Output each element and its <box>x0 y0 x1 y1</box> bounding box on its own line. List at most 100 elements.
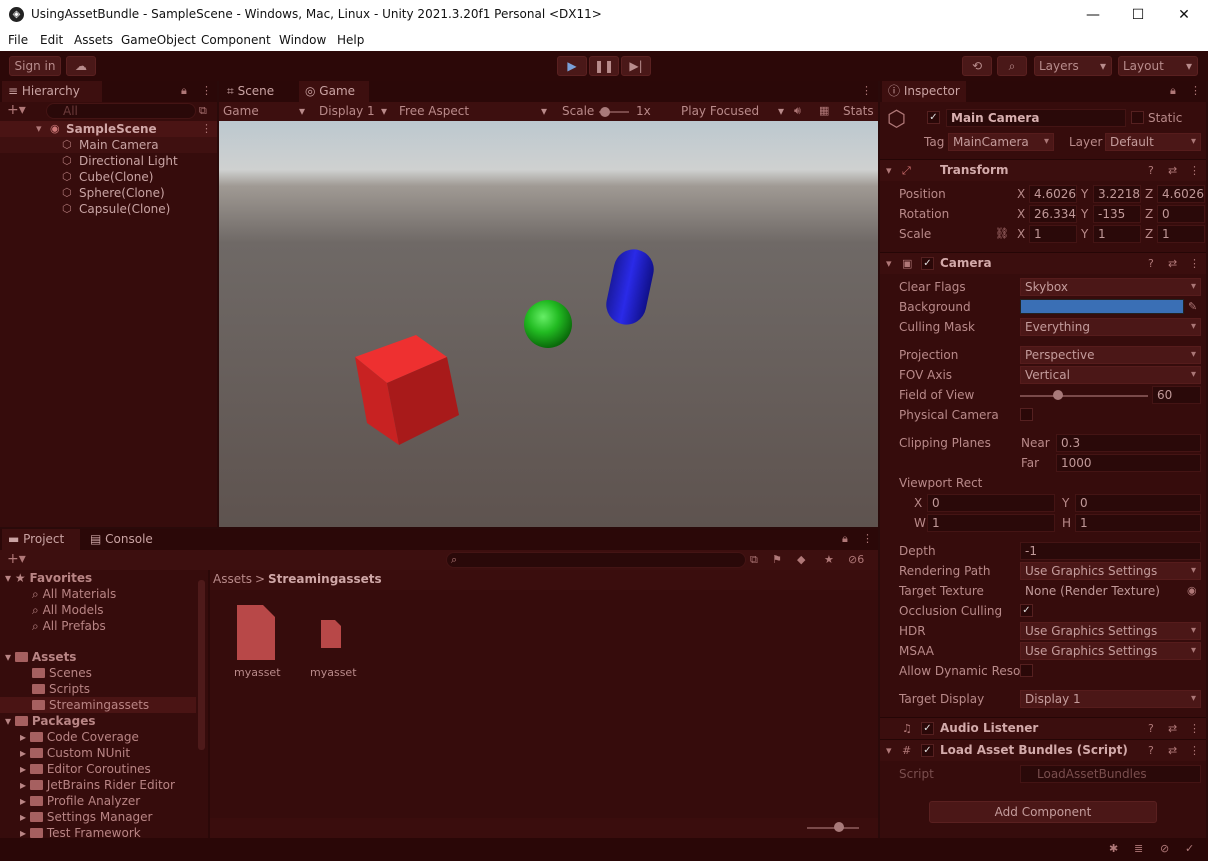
aspect-dropdown[interactable]: Free Aspect ▾ <box>399 104 551 118</box>
layers-stack-icon[interactable]: ≣ <box>1134 842 1143 856</box>
lock-icon[interactable]: 🔒︎ <box>1170 84 1176 98</box>
menu-edit[interactable]: Edit <box>40 33 63 47</box>
help-icon[interactable]: ? <box>1148 744 1154 758</box>
add-component-button[interactable]: Add Component <box>929 801 1157 823</box>
favorite-star-icon[interactable]: ★ <box>824 553 834 567</box>
kebab-menu-icon[interactable]: ⋮ <box>201 84 212 98</box>
transform-section-header[interactable]: ▾ ⤢ Transform ? ⇄ ⋮ <box>880 159 1206 181</box>
far-field[interactable]: 1000 <box>1056 454 1201 472</box>
tab-game[interactable]: ◎ Game <box>299 81 369 102</box>
msaa-dropdown[interactable]: Use Graphics Settings <box>1020 642 1201 660</box>
menu-gameobject[interactable]: GameObject <box>121 33 196 47</box>
tab-inspector[interactable]: ⓘ Inspector <box>882 81 966 102</box>
help-icon[interactable]: ? <box>1148 257 1154 271</box>
object-name-field[interactable]: Main Camera <box>946 109 1126 127</box>
asset-folder[interactable]: Scripts <box>32 682 90 696</box>
breadcrumb-root[interactable]: Assets <box>213 572 252 586</box>
occlusion-culling-checkbox[interactable]: ✓ <box>1020 604 1033 617</box>
search-by-type-icon[interactable]: ⧉ <box>750 553 758 567</box>
audio-listener-checkbox[interactable]: ✓ <box>921 722 934 735</box>
kebab-menu-icon[interactable]: ⋮ <box>1189 744 1200 758</box>
package-folder[interactable]: ▸ JetBrains Rider Editor <box>20 778 175 792</box>
active-checkbox[interactable]: ✓ <box>927 111 940 124</box>
hierarchy-item[interactable]: ⬡ Sphere(Clone) <box>0 185 217 201</box>
layer-dropdown[interactable]: Default <box>1105 133 1201 151</box>
target-display-dropdown[interactable]: Display 1 <box>1020 690 1201 708</box>
icon-size-slider-handle[interactable] <box>834 822 844 832</box>
project-search-input[interactable]: ⌕ <box>446 552 746 568</box>
icon-size-slider[interactable] <box>807 827 859 829</box>
near-field[interactable]: 0.3 <box>1056 434 1201 452</box>
presets-icon[interactable]: ⇄ <box>1168 164 1177 178</box>
search-icon[interactable]: ⌕ <box>997 56 1027 76</box>
scene-row[interactable]: ▾ ◉ SampleScene ⋮ <box>0 121 217 137</box>
layout-dropdown[interactable]: Layout ▾ <box>1118 56 1198 76</box>
kebab-menu-icon[interactable]: ⋮ <box>201 122 212 136</box>
hierarchy-item[interactable]: ⬡ Capsule(Clone) <box>0 201 217 217</box>
camera-section-header[interactable]: ▾ ▣ ✓ Camera ? ⇄ ⋮ <box>880 252 1206 274</box>
eyedropper-icon[interactable]: ✎ <box>1188 300 1197 314</box>
tab-scene[interactable]: ⌗ Scene <box>221 81 295 102</box>
layers-dropdown[interactable]: Layers ▾ <box>1034 56 1112 76</box>
menu-component[interactable]: Component <box>201 33 271 47</box>
mute-audio-icon[interactable]: 🔊︎ <box>794 104 801 118</box>
rendering-path-dropdown[interactable]: Use Graphics Settings <box>1020 562 1201 580</box>
asset-folder[interactable]: Scenes <box>32 666 92 680</box>
fov-field[interactable]: 60 <box>1152 386 1201 404</box>
display-dropdown[interactable]: Display 1 ▾ <box>319 104 393 118</box>
scale-y-field[interactable]: 1 <box>1093 225 1141 243</box>
kebab-menu-icon[interactable]: ⋮ <box>1189 164 1200 178</box>
kebab-menu-icon[interactable]: ⋮ <box>1189 722 1200 736</box>
scale-x-field[interactable]: 1 <box>1029 225 1077 243</box>
background-color-swatch[interactable] <box>1020 299 1184 314</box>
package-folder[interactable]: ▸ Settings Manager <box>20 810 152 824</box>
scale-slider-handle[interactable] <box>600 107 610 117</box>
favorite-item[interactable]: ⌕ All Materials <box>32 587 116 602</box>
hdr-dropdown[interactable]: Use Graphics Settings <box>1020 622 1201 640</box>
favorite-item[interactable]: ⌕ All Prefabs <box>32 619 106 634</box>
play-focused-dropdown[interactable]: Play Focused ▾ <box>681 104 787 118</box>
gizmos-grid-icon[interactable]: ▦ <box>819 104 829 118</box>
kebab-menu-icon[interactable]: ⋮ <box>862 532 873 546</box>
fov-slider[interactable] <box>1020 395 1148 397</box>
lock-icon[interactable]: 🔒︎ <box>842 532 848 546</box>
physical-camera-checkbox[interactable] <box>1020 408 1033 421</box>
position-z-field[interactable]: 4.6026 <box>1157 185 1205 203</box>
packages-row[interactable]: ▾ Packages <box>5 714 96 728</box>
step-icon[interactable]: ▶| <box>621 56 651 76</box>
script-enabled-checkbox[interactable]: ✓ <box>921 744 934 757</box>
kebab-menu-icon[interactable]: ⋮ <box>1190 84 1201 98</box>
package-folder[interactable]: ▸ Editor Coroutines <box>20 762 151 776</box>
constrain-proportions-icon[interactable]: ⛓ <box>995 227 1009 241</box>
rotation-z-field[interactable]: 0 <box>1157 205 1205 223</box>
add-icon[interactable]: +▾ <box>7 552 26 566</box>
depth-field[interactable]: -1 <box>1020 542 1201 560</box>
tag-icon[interactable]: ◆ <box>797 553 805 567</box>
viewport-h-field[interactable]: 1 <box>1075 514 1201 532</box>
menu-file[interactable]: File <box>8 33 28 47</box>
close-button[interactable]: ✕ <box>1161 0 1207 30</box>
clear-flags-dropdown[interactable]: Skybox <box>1020 278 1201 296</box>
camera-enabled-checkbox[interactable]: ✓ <box>921 257 934 270</box>
viewport-y-field[interactable]: 0 <box>1075 494 1201 512</box>
asset-file-icon[interactable] <box>320 620 342 648</box>
minimize-button[interactable]: — <box>1070 0 1116 30</box>
rotation-y-field[interactable]: -135 <box>1093 205 1141 223</box>
help-icon[interactable]: ? <box>1148 722 1154 736</box>
script-section-header[interactable]: ▾ # ✓ Load Asset Bundles (Script) ? ⇄ ⋮ <box>880 739 1206 761</box>
kebab-menu-icon[interactable]: ⋮ <box>861 84 872 98</box>
viewport-x-field[interactable]: 0 <box>927 494 1055 512</box>
hierarchy-item[interactable]: ⬡ Main Camera <box>0 137 217 153</box>
tab-console[interactable]: ▤ Console <box>84 529 164 550</box>
hierarchy-item[interactable]: ⬡ Directional Light <box>0 153 217 169</box>
viewport-w-field[interactable]: 1 <box>927 514 1055 532</box>
scene-visibility-icon[interactable]: ⧉ <box>199 104 207 118</box>
menu-help[interactable]: Help <box>337 33 364 47</box>
target-texture-field[interactable]: None (Render Texture) <box>1020 582 1201 600</box>
package-folder[interactable]: ▸ Custom NUnit <box>20 746 130 760</box>
presets-icon[interactable]: ⇄ <box>1168 744 1177 758</box>
favorite-item[interactable]: ⌕ All Models <box>32 603 104 618</box>
history-icon[interactable]: ⟲ <box>962 56 992 76</box>
hierarchy-item[interactable]: ⬡ Cube(Clone) <box>0 169 217 185</box>
lock-icon[interactable]: 🔒︎ <box>181 84 187 98</box>
